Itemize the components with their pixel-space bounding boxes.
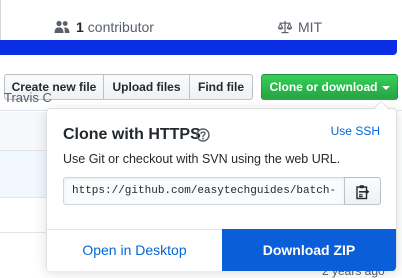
use-ssh-link[interactable]: Use SSH (331, 124, 380, 138)
repo-summary: 1 contributor MIT (0, 0, 402, 40)
contributors-link[interactable]: 1 contributor (54, 19, 154, 35)
contributors-label: contributor (87, 19, 154, 35)
license-name: MIT (298, 19, 323, 35)
clone-menu-footer: Open in Desktop Download ZIP (47, 229, 396, 271)
contributors-count: 1 (76, 19, 84, 35)
license-link[interactable]: MIT (278, 19, 322, 35)
language-bar-edge (397, 0, 402, 60)
clippy-icon (356, 185, 370, 200)
dropdown-caret-pointer (373, 101, 389, 109)
clone-or-download-button[interactable]: Clone or download (261, 74, 398, 100)
find-file-button[interactable]: Find file (189, 74, 253, 100)
upload-files-button[interactable]: Upload files (103, 74, 190, 100)
download-zip-button[interactable]: Download ZIP (222, 229, 396, 271)
commit-tease (0, 112, 50, 150)
commit-author-text[interactable]: Travis C (4, 90, 52, 105)
clone-description: Use Git or checkout with SVN using the w… (63, 152, 341, 166)
file-row-highlight (0, 151, 50, 197)
language-bar[interactable] (0, 40, 397, 55)
caret-down-icon (381, 85, 390, 90)
clone-url-group (63, 177, 381, 205)
clone-dropdown: Clone with HTTPS Use SSH Use Git or chec… (46, 101, 397, 271)
row-divider (0, 232, 50, 233)
clone-title: Clone with HTTPS (63, 126, 201, 143)
law-icon (278, 21, 292, 34)
open-in-desktop-button[interactable]: Open in Desktop (47, 230, 222, 271)
clone-or-download-label: Clone or download (269, 80, 378, 94)
row-divider (0, 197, 50, 198)
clone-url-input[interactable] (63, 177, 345, 205)
row-divider (0, 150, 50, 151)
question-icon[interactable] (196, 128, 210, 142)
copy-url-button[interactable] (344, 177, 381, 205)
people-icon (54, 20, 70, 33)
